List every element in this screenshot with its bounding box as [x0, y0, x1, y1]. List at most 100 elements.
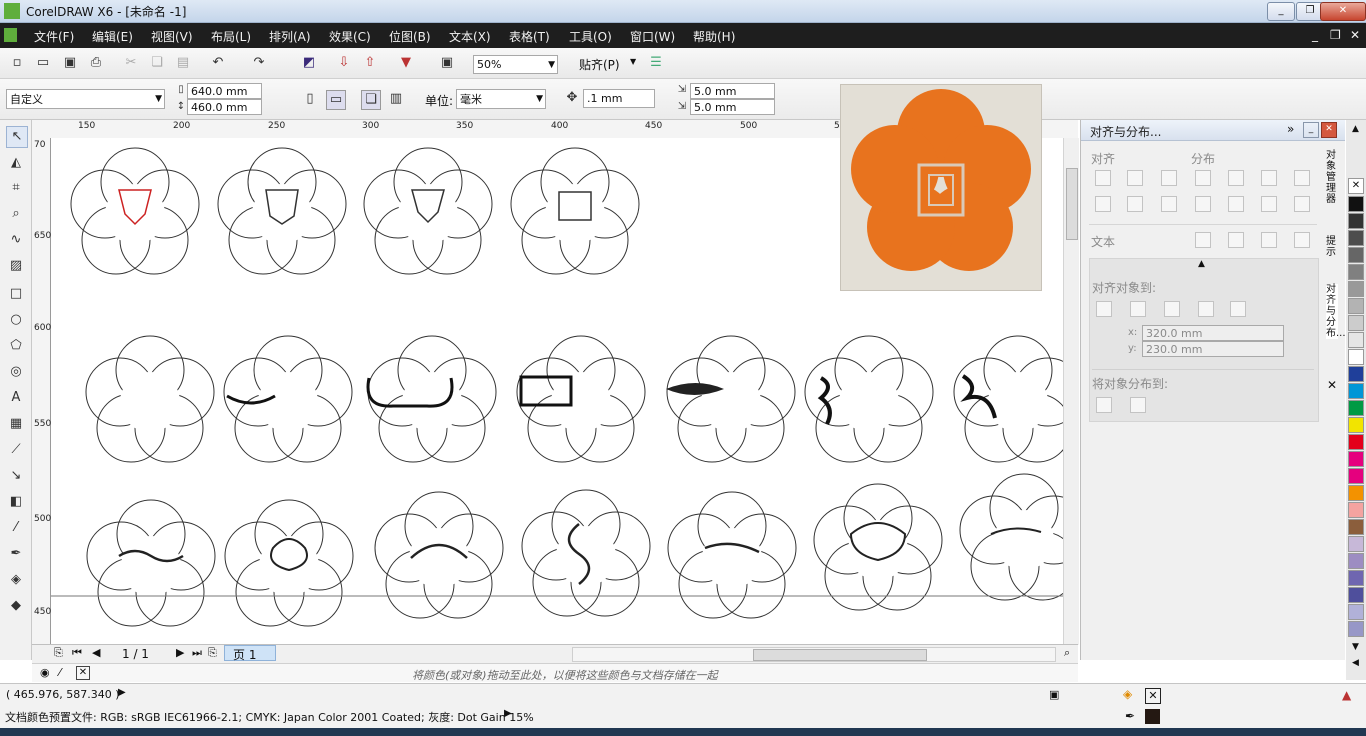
color-swatch[interactable] — [1348, 587, 1364, 603]
color-swatch[interactable] — [1348, 196, 1364, 212]
portrait-icon[interactable]: ▯ — [301, 90, 319, 108]
interactive-fill-icon[interactable]: ◆ — [6, 596, 26, 616]
text-bounding-box-icon[interactable] — [1261, 232, 1277, 248]
doc-restore-button[interactable]: ❐ — [1330, 28, 1341, 42]
color-swatch[interactable] — [1348, 230, 1364, 246]
menu-tools[interactable]: 工具(O) — [569, 28, 612, 45]
shape-tool-icon[interactable]: ◭ — [6, 153, 26, 173]
menu-view[interactable]: 视图(V) — [151, 28, 193, 45]
page-preset-select[interactable]: 自定义 ▼ — [6, 89, 165, 109]
minimize-button[interactable]: _ — [1267, 2, 1295, 21]
color-swatch[interactable] — [1348, 434, 1364, 450]
eyedropper-icon[interactable]: ⁄ — [6, 518, 26, 538]
duplicate-x-input[interactable]: 5.0 mm — [690, 83, 775, 99]
color-swatch[interactable] — [1348, 502, 1364, 518]
color-swatch[interactable] — [1348, 332, 1364, 348]
units-select[interactable]: 毫米 ▼ — [456, 89, 546, 109]
page-tab[interactable]: 页 1 — [224, 645, 276, 662]
palette-scroll-down-icon[interactable]: ▼ — [1352, 642, 1359, 652]
prev-page-icon[interactable]: ◀ — [92, 646, 100, 659]
snap-button[interactable]: 贴齐(P) — [579, 56, 620, 73]
align-to-grid-icon[interactable] — [1198, 301, 1214, 317]
menu-file[interactable]: 文件(F) — [34, 28, 74, 45]
color-swatch[interactable] — [1348, 451, 1364, 467]
color-swatch[interactable] — [1348, 570, 1364, 586]
close-tab-icon[interactable]: ✕ — [1327, 378, 1337, 392]
align-to-active-icon[interactable] — [1096, 301, 1112, 317]
app-launcher-icon[interactable]: ▣ — [438, 54, 456, 72]
color-swatch[interactable] — [1348, 400, 1364, 416]
add-icon[interactable] — [1294, 232, 1310, 248]
dimension-tool-icon[interactable]: ⟋ — [6, 440, 26, 460]
text-last-line-icon[interactable] — [1228, 232, 1244, 248]
align-to-point-icon[interactable] — [1230, 301, 1246, 317]
text-first-line-icon[interactable] — [1195, 232, 1211, 248]
menu-layout[interactable]: 布局(L) — [211, 28, 251, 45]
interactive-tool-icon[interactable]: ◧ — [6, 492, 26, 512]
color-swatch[interactable] — [1348, 298, 1364, 314]
menu-text[interactable]: 文本(X) — [449, 28, 491, 45]
palette-scroll-up-icon[interactable]: ▲ — [1352, 124, 1359, 134]
align-center-v-icon[interactable] — [1127, 196, 1143, 212]
distribute-to-selection-icon[interactable] — [1096, 397, 1112, 413]
scroll-thumb[interactable] — [753, 649, 927, 661]
distribute-top-icon[interactable] — [1195, 196, 1211, 212]
menu-table[interactable]: 表格(T) — [509, 28, 550, 45]
align-center-h-icon[interactable] — [1127, 170, 1143, 186]
zoom-navigator-icon[interactable]: ⌕ — [1064, 646, 1070, 660]
print-icon[interactable]: ⎙ — [87, 54, 105, 72]
color-swatch[interactable] — [1348, 485, 1364, 501]
tab-object-manager[interactable]: 对象管理器 — [1326, 150, 1338, 205]
paste-icon[interactable]: ▤ — [174, 54, 192, 72]
distribute-right-icon[interactable] — [1261, 170, 1277, 186]
current-page-icon[interactable]: ▥ — [387, 90, 405, 108]
last-page-icon[interactable]: ⏭ — [192, 646, 202, 660]
align-top-icon[interactable] — [1095, 196, 1111, 212]
user-icon[interactable]: ▲ — [1342, 688, 1351, 702]
distribute-to-page-icon[interactable] — [1130, 397, 1146, 413]
connector-tool-icon[interactable]: ↘ — [6, 466, 26, 486]
ellipse-tool-icon[interactable]: ○ — [6, 310, 26, 330]
doc-minimize-button[interactable]: _ — [1312, 28, 1318, 42]
color-swatch[interactable] — [1348, 604, 1364, 620]
import-icon[interactable]: ⇩ — [335, 54, 353, 72]
color-swatch[interactable] — [1348, 383, 1364, 399]
nudge-input[interactable]: .1 mm — [583, 89, 655, 108]
palette-menu-icon[interactable]: ◉ — [40, 666, 50, 679]
horizontal-scrollbar[interactable] — [572, 647, 1056, 662]
align-to-page-edge-icon[interactable] — [1130, 301, 1146, 317]
smart-fill-icon[interactable]: ▨ — [6, 256, 26, 276]
vertical-scrollbar[interactable] — [1063, 138, 1079, 645]
distribute-center-icon[interactable] — [1228, 170, 1244, 186]
menu-help[interactable]: 帮助(H) — [693, 28, 735, 45]
outline-pen-icon[interactable]: ✒ — [6, 544, 26, 564]
align-to-page-center-icon[interactable] — [1164, 301, 1180, 317]
doc-close-button[interactable]: ✕ — [1350, 28, 1360, 42]
outline-color-swatch[interactable] — [1145, 709, 1160, 724]
rectangle-tool-icon[interactable]: □ — [6, 284, 26, 304]
zoom-select[interactable]: 50% ▼ — [473, 55, 558, 74]
color-swatch[interactable] — [1348, 366, 1364, 382]
add-page-icon[interactable]: ⎘ — [54, 646, 63, 660]
color-swatch[interactable] — [1348, 213, 1364, 229]
docker-expand-icon[interactable]: » — [1287, 122, 1294, 136]
copy-icon[interactable]: ❏ — [148, 54, 166, 72]
next-page-icon[interactable]: ▶ — [176, 646, 184, 659]
distribute-left-icon[interactable] — [1195, 170, 1211, 186]
text-tool-icon[interactable]: A — [6, 388, 26, 408]
distribute-spacing-v-icon[interactable] — [1294, 196, 1310, 212]
freehand-tool-icon[interactable]: ∿ — [6, 230, 26, 250]
menu-bitmaps[interactable]: 位图(B) — [389, 28, 431, 45]
menu-arrange[interactable]: 排列(A) — [269, 28, 311, 45]
fill-none-swatch[interactable]: ✕ — [1145, 688, 1161, 704]
eyedropper-small-icon[interactable]: ⁄ — [59, 666, 61, 679]
menu-window[interactable]: 窗口(W) — [630, 28, 675, 45]
open-folder-icon[interactable]: ▭ — [34, 54, 52, 72]
duplicate-y-input[interactable]: 5.0 mm — [690, 99, 775, 115]
undo-icon[interactable]: ↶ — [209, 54, 227, 72]
basic-shapes-icon[interactable]: ◎ — [6, 362, 26, 382]
color-swatch[interactable] — [1348, 468, 1364, 484]
align-left-icon[interactable] — [1095, 170, 1111, 186]
y-input[interactable]: 230.0 mm — [1142, 341, 1284, 357]
save-icon[interactable]: ▣ — [61, 54, 79, 72]
